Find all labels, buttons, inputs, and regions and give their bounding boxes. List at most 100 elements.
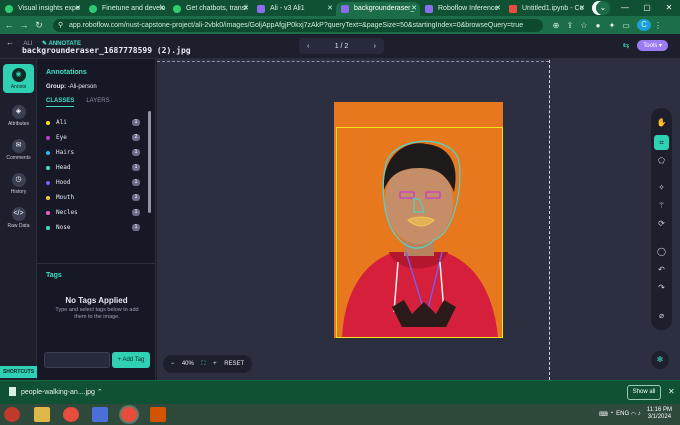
help-icon[interactable]: ✻ (651, 351, 669, 369)
magic-wand-icon[interactable]: ⚚ (654, 198, 669, 213)
close-tab-icon[interactable]: ✕ (327, 2, 333, 16)
class-count-badge: 2 (132, 134, 140, 141)
close-tab-icon[interactable]: ✕ (579, 2, 585, 16)
zoom-out-icon[interactable]: − (171, 361, 175, 367)
puzzle-icon[interactable]: ✦ (605, 21, 619, 30)
bounding-box-tool-icon[interactable]: ⌗ (654, 135, 669, 150)
start-icon[interactable] (4, 407, 20, 422)
back-icon[interactable]: ← (6, 38, 14, 47)
class-name: Necles (56, 209, 78, 216)
menu-dots-icon[interactable]: ⋮ (651, 21, 665, 30)
keyboard-icon[interactable]: ⌨ (599, 411, 608, 418)
smart-polygon-icon[interactable]: ✧ (654, 180, 669, 195)
close-window-icon[interactable]: ✕ (658, 0, 680, 16)
forward-arrow-icon[interactable]: → (18, 20, 30, 30)
rail-item-label: Raw Data (7, 223, 30, 229)
zoom-controls: − 40% ⛶ + RESET (163, 355, 252, 373)
canvas-guide-horizontal (157, 61, 549, 62)
split-view-icon[interactable]: ⇆ (623, 41, 630, 50)
roboflow-icon (425, 5, 433, 13)
rail-item-label: Annots (10, 84, 27, 90)
tag-input[interactable] (44, 352, 110, 368)
rail-item-annots[interactable]: ◉ Annots (3, 64, 34, 93)
rail-item-comments[interactable]: ✉ Comments (0, 135, 37, 161)
chrome-active-icon[interactable] (121, 407, 137, 422)
comment-tool-icon[interactable]: ◯ (654, 244, 669, 259)
tools-dropdown-button[interactable]: Tools ▾ (637, 40, 668, 51)
class-color-dot (46, 180, 50, 185)
zoom-in-icon[interactable]: + (213, 361, 217, 367)
class-row[interactable]: Necles 1 (46, 205, 150, 220)
repeat-icon[interactable]: ⟳ (654, 216, 669, 231)
class-list-scrollbar[interactable] (148, 111, 151, 213)
redo-icon[interactable]: ↷ (654, 280, 669, 295)
hand-pan-icon[interactable]: ✋ (654, 115, 669, 130)
share-icon[interactable]: ⇪ (563, 21, 577, 30)
minimize-icon[interactable]: — (614, 0, 636, 16)
download-item[interactable]: people-walking-an....jpg ⌃ (9, 387, 103, 396)
annotations-panel: Annotations Group: -Ali-person CLASSES L… (37, 59, 156, 380)
class-row[interactable]: Ali 1 (46, 115, 150, 130)
class-name: Mouth (56, 194, 75, 201)
class-row[interactable]: Eye 2 (46, 130, 150, 145)
class-row[interactable]: Hairs 1 (46, 145, 150, 160)
class-row[interactable]: Nose 1 (46, 220, 150, 235)
sidebar-icon[interactable]: ▭ (619, 21, 633, 30)
app-icon[interactable] (92, 407, 108, 422)
browser-tab[interactable]: Finetune and develo ✕ (84, 2, 168, 16)
extension-icon[interactable]: ● (591, 21, 605, 30)
browser-tab[interactable]: Roboflow Inference ✕ (420, 2, 504, 16)
reload-icon[interactable]: ↻ (33, 20, 45, 31)
browser-tab-strip: Visual insights expe ✕ Finetune and develo… (0, 0, 680, 16)
zoom-icon[interactable]: ⊕ (549, 21, 563, 30)
file-explorer-icon[interactable] (34, 407, 50, 422)
tab-search-icon[interactable]: ⌄ (596, 1, 610, 15)
polygon-tool-icon[interactable]: ⬠ (654, 153, 669, 168)
browser-tab[interactable]: Untitled1.ipynb - Co ✕ (504, 2, 588, 16)
green-dot-icon (89, 5, 97, 13)
fit-icon[interactable]: ⛶ (201, 361, 205, 368)
close-tab-icon[interactable]: ✕ (411, 2, 417, 16)
volume-icon[interactable]: ♪ (638, 411, 641, 417)
prev-image-icon[interactable]: ‹ (307, 43, 309, 50)
tab-classes[interactable]: CLASSES (46, 98, 75, 107)
close-tab-icon[interactable]: ✕ (243, 2, 249, 16)
add-tag-button[interactable]: + Add Tag (112, 352, 150, 368)
browser-tab[interactable]: Get chatbots, transl ✕ (168, 2, 252, 16)
class-count-badge: 1 (132, 194, 140, 201)
back-arrow-icon[interactable]: ← (3, 20, 15, 30)
class-row[interactable]: Mouth 1 (46, 190, 150, 205)
clock[interactable]: 11:16 PM 3/1/2024 (647, 407, 672, 421)
powerpoint-icon[interactable] (150, 407, 166, 422)
language-indicator[interactable]: ENG (616, 411, 629, 417)
close-tab-icon[interactable]: ✕ (495, 2, 501, 16)
class-row[interactable]: Head 1 (46, 160, 150, 175)
chrome-icon[interactable] (63, 407, 79, 422)
rail-item-attributes[interactable]: ◈ Attributes (0, 101, 37, 127)
class-row[interactable]: Hood 1 (46, 175, 150, 190)
undo-icon[interactable]: ↶ (654, 262, 669, 277)
close-tab-icon[interactable]: ✕ (159, 2, 165, 16)
close-tab-icon[interactable]: ✕ (75, 2, 81, 16)
bookmark-star-icon[interactable]: ☆ (577, 21, 591, 30)
profile-avatar[interactable]: C (637, 19, 651, 31)
person-bounding-box[interactable] (336, 127, 503, 338)
browser-tab[interactable]: backgrounderaser_ ✕ (336, 2, 420, 16)
hide-annotations-icon[interactable]: ⌀ (654, 308, 669, 323)
browser-tab[interactable]: Ali - v3 Ali1 ✕ (252, 2, 336, 16)
rail-item-raw-data[interactable]: </> Raw Data (0, 203, 37, 229)
url-input[interactable]: ⚲ app.roboflow.com/nust-capstone-project… (53, 18, 543, 32)
class-name: Hairs (56, 149, 75, 156)
show-all-button[interactable]: Show all (627, 385, 661, 400)
wifi-icon[interactable]: ◠ (631, 411, 636, 418)
browser-tab[interactable]: Visual insights expe ✕ (0, 2, 84, 16)
rail-item-history[interactable]: ◷ History (0, 169, 37, 195)
tab-layers[interactable]: LAYERS (86, 98, 109, 107)
tray-chevron-icon[interactable]: ⌃ (609, 411, 614, 418)
class-color-dot (46, 150, 50, 155)
close-download-bar-icon[interactable]: ✕ (668, 387, 675, 396)
next-image-icon[interactable]: › (374, 43, 376, 50)
shortcuts-button[interactable]: SHORTCUTS (0, 366, 37, 378)
maximize-icon[interactable]: ▢ (636, 0, 658, 16)
reset-zoom-button[interactable]: RESET (224, 361, 244, 367)
